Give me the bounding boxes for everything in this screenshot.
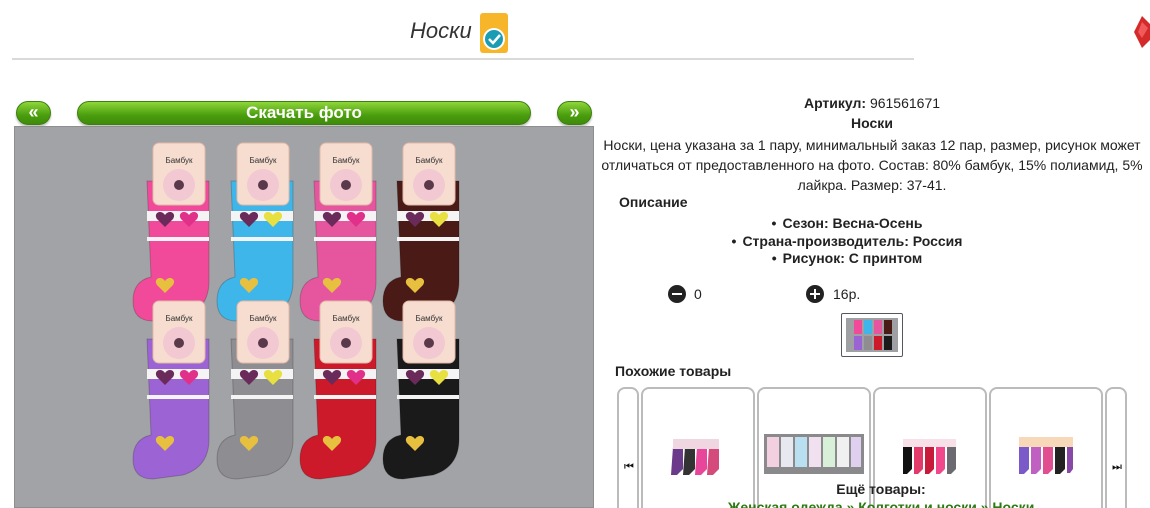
skip-back-icon: ⏮ <box>624 461 634 473</box>
breadcrumb-socks[interactable]: Носки <box>992 499 1034 508</box>
sock-pair: Бамбук <box>132 300 210 480</box>
sock-label-text: Бамбук <box>332 156 360 165</box>
verified-badge-icon <box>480 13 508 53</box>
sock-pair: Бамбук <box>382 300 460 480</box>
more-products-heading: Ещё товары: <box>836 481 926 497</box>
breadcrumb-tights-socks[interactable]: Колготки и носки <box>858 499 977 508</box>
quantity-value: 0 <box>694 286 702 302</box>
description-heading: Описание <box>619 194 688 210</box>
spec-pattern: Рисунок: С принтом <box>597 250 1097 268</box>
breadcrumb-separator: » <box>980 499 989 508</box>
sock-pair: Бамбук <box>382 142 460 322</box>
sock-label-text: Бамбук <box>249 156 277 165</box>
product-description: Носки, цена указана за 1 пару, минимальн… <box>601 137 1143 193</box>
quantity-minus-button[interactable] <box>668 285 686 303</box>
article-label: Артикул: <box>803 95 867 111</box>
next-photo-button[interactable]: » <box>557 101 592 125</box>
sock-pair: Бамбук <box>299 142 377 322</box>
socks-image: Бамбук Бамбук Бамбук Бамбук Бамбук Бамбук Бамб… <box>132 142 460 480</box>
page-title: Носки <box>410 18 472 43</box>
photo-thumbnail[interactable] <box>841 313 903 357</box>
download-photo-button[interactable]: Скачать фото <box>77 101 531 125</box>
thumbnail-image <box>846 318 898 352</box>
sock-pair: Бамбук <box>216 300 294 480</box>
product-name: Носки <box>851 115 893 131</box>
quantity-plus-button[interactable] <box>806 285 824 303</box>
sock-pair: Бамбук <box>299 300 377 480</box>
sock-label-text: Бамбук <box>249 314 277 323</box>
similar-products-heading: Похожие товары <box>615 363 732 379</box>
title-divider <box>12 58 914 60</box>
article-value: 961561671 <box>869 95 941 111</box>
breadcrumb-separator: » <box>846 499 855 508</box>
sock-label-text: Бамбук <box>332 314 360 323</box>
sock-pair: Бамбук <box>132 142 210 322</box>
product-photo[interactable]: Бамбук Бамбук Бамбук Бамбук Бамбук Бамбук Бамб… <box>14 126 594 508</box>
breadcrumb: Женская одежда » Колготки и носки » Носк… <box>597 499 1150 508</box>
spec-country: Страна-производитель: Россия <box>597 233 1097 251</box>
article-line: Артикул: 961561671 <box>597 95 1147 111</box>
skip-forward-icon: ⏭ <box>1112 461 1122 473</box>
prev-photo-button[interactable]: « <box>16 101 51 125</box>
sock-label-text: Бамбук <box>165 156 193 165</box>
cart-icon[interactable] <box>1134 16 1150 48</box>
spec-season: Сезон: Весна-Осень <box>597 215 1097 233</box>
sock-label-text: Бамбук <box>165 314 193 323</box>
sock-label-text: Бамбук <box>415 156 443 165</box>
breadcrumb-women-clothing[interactable]: Женская одежда <box>728 499 843 508</box>
sock-pair: Бамбук <box>216 142 294 322</box>
price: 16р. <box>833 286 861 302</box>
sock-label-text: Бамбук <box>415 314 443 323</box>
spec-list: Сезон: Весна-Осень Страна-производитель:… <box>597 215 1097 268</box>
